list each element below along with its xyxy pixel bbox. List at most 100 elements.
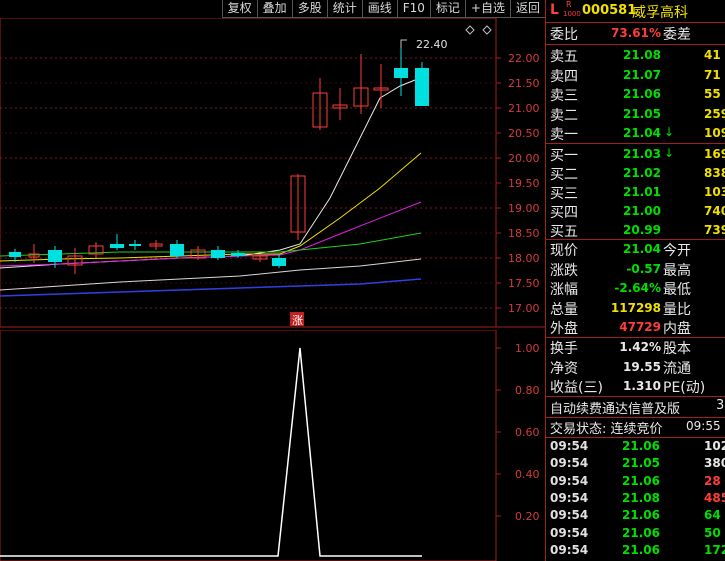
ask-row[interactable]: 卖一 21.04↓ 109 [546, 124, 725, 144]
y-tick-label: 1.00 [515, 342, 540, 355]
fundamental-value: 1.42% [619, 340, 661, 354]
stat-label-secondary: 量比 [663, 301, 691, 318]
y-tick-label: 20.00 [508, 152, 540, 165]
toolbar-button-add-watchlist[interactable]: +自选 [464, 0, 510, 18]
fundamental-label-secondary: PE(动) [663, 380, 706, 396]
bid-volume: 1033 [704, 185, 725, 199]
ask-row[interactable]: 卖二 21.05 259 [546, 105, 725, 125]
chart-toolbar: 复权 叠加 多股 统计 画线 F10 标记 +自选 返回 [0, 0, 545, 18]
stock-code: 000581 [582, 3, 637, 18]
stat-row: 涨幅 -2.64% 最低 [546, 279, 725, 299]
y-tick-label: 0.20 [515, 510, 540, 523]
toolbar-button-statistics[interactable]: 统计 [326, 0, 362, 18]
tick-volume: 380 [704, 456, 725, 471]
stat-label-secondary: 最高 [663, 262, 691, 279]
toolbar-button-restore-rights[interactable]: 复权 [221, 0, 257, 18]
ma-line-magenta [0, 201, 422, 267]
ask-row[interactable]: 卖五 21.08 41 [546, 46, 725, 66]
tick-price: 21.06 [622, 473, 660, 488]
stock-header: L R 1000 000581 威孚高科 [546, 0, 725, 22]
divider [546, 396, 725, 397]
bid-row[interactable]: 买二 21.02 838 [546, 164, 725, 184]
diamond-icon[interactable] [465, 25, 475, 35]
promo-text[interactable]: 自动续费通达信普及版 [550, 398, 680, 417]
tick-price: 21.06 [622, 525, 660, 540]
stat-value: -0.57 [626, 261, 661, 276]
ask-label: 卖五 [550, 49, 578, 65]
tick-price: 21.08 [622, 490, 660, 505]
toolbar-button-multi-stock[interactable]: 多股 [291, 0, 327, 18]
weicha-label: 委差 [663, 27, 691, 43]
ask-price: 21.08 [623, 48, 661, 62]
ask-label: 卖二 [550, 107, 578, 124]
market-letter: L [550, 2, 559, 18]
indicator-chart[interactable]: 1.00 0.80 0.60 0.40 0.20 [0, 330, 545, 561]
indicator-line [0, 347, 422, 557]
bid-price: 21.01 [623, 185, 661, 199]
fundamental-label: 净资 [550, 360, 578, 377]
y-tick-label: 19.00 [508, 202, 540, 215]
tick-volume: 64 [704, 508, 721, 523]
toolbar-button-mark[interactable]: 标记 [429, 0, 465, 18]
tick-volume: 172 [704, 542, 725, 557]
stat-value: 117298 [610, 300, 661, 315]
stat-label: 涨幅 [550, 282, 578, 298]
bid-row[interactable]: 买五 20.99 739 [546, 221, 725, 241]
quote-panel: L R 1000 000581 威孚高科 委比 73.61% 委差 卖五 21.0… [545, 0, 725, 561]
tick-time: 09:54 [550, 456, 589, 471]
bid-row[interactable]: 买一 21.03↓ 169 [546, 145, 725, 165]
bid-volume: 169 [704, 147, 725, 161]
toolbar-button-draw-line[interactable]: 画线 [361, 0, 397, 18]
ask-volume: 109 [704, 126, 725, 140]
ask-volume: 71 [704, 67, 721, 82]
y-tick-label: 20.50 [508, 127, 540, 140]
diamond-icon[interactable] [482, 25, 492, 35]
weibi-label: 委比 [550, 27, 578, 43]
ask-price: 21.05 [623, 106, 661, 121]
y-tick-label: 0.40 [515, 468, 540, 481]
stat-label-secondary: 今开 [663, 243, 691, 259]
badge-bottom: 1000 [563, 10, 581, 18]
ask-row[interactable]: 卖三 21.06 55 [546, 85, 725, 105]
y-tick-label: 21.00 [508, 102, 540, 115]
bid-row[interactable]: 买四 21.00 740 [546, 202, 725, 222]
badge-top: R [566, 0, 572, 9]
candles [9, 48, 429, 274]
y-tick-label: 22.00 [508, 52, 540, 65]
stat-value: -2.64% [614, 281, 661, 295]
divider [546, 143, 725, 144]
down-arrow-icon: ↓ [664, 146, 675, 160]
y-tick-label: 0.80 [515, 384, 540, 397]
tick-time: 09:54 [550, 439, 589, 453]
y-tick-label: 18.50 [508, 227, 540, 240]
ask-label: 卖三 [550, 88, 578, 104]
toolbar-button-f10[interactable]: F10 [396, 0, 430, 18]
toolbar-button-back[interactable]: 返回 [509, 0, 545, 18]
toolbar-button-overlay[interactable]: 叠加 [256, 0, 292, 18]
fundamental-value: 19.55 [623, 359, 661, 374]
fundamental-label: 换手 [550, 341, 578, 357]
candlestick-chart[interactable]: 22.00 21.50 21.00 20.50 20.00 19.50 19.00 18.50… [0, 18, 545, 328]
ask-row[interactable]: 卖四 21.07 71 [546, 66, 725, 86]
promo-row[interactable]: 自动续费通达信普及版 3 [546, 398, 725, 418]
stat-label: 现价 [550, 243, 578, 259]
ask-volume: 259 [704, 106, 725, 121]
y-tick-label: 21.50 [508, 77, 540, 90]
price-axis: 22.00 21.50 21.00 20.50 20.00 19.50 19.00 18.50… [508, 52, 540, 315]
ask-label: 卖四 [550, 68, 578, 85]
fundamental-row: 换手 1.42% 股本 [546, 338, 725, 358]
tick-price: 21.06 [622, 542, 660, 557]
stat-label: 涨跌 [550, 262, 578, 279]
bid-label: 买四 [550, 205, 578, 221]
status-time: 09:55 [686, 419, 721, 433]
tick-volume: 102 [704, 439, 725, 453]
stat-label: 外盘 [550, 321, 578, 337]
weibi-row: 委比 73.61% 委差 [546, 24, 725, 44]
divider [546, 22, 725, 23]
high-marker-pointer [400, 39, 407, 48]
promo-tail: 3 [716, 398, 725, 413]
stat-value: 47729 [619, 320, 661, 334]
bid-row[interactable]: 买三 21.01 1033 [546, 183, 725, 203]
bid-label: 买一 [550, 148, 578, 164]
tick-volume: 50 [704, 525, 721, 540]
